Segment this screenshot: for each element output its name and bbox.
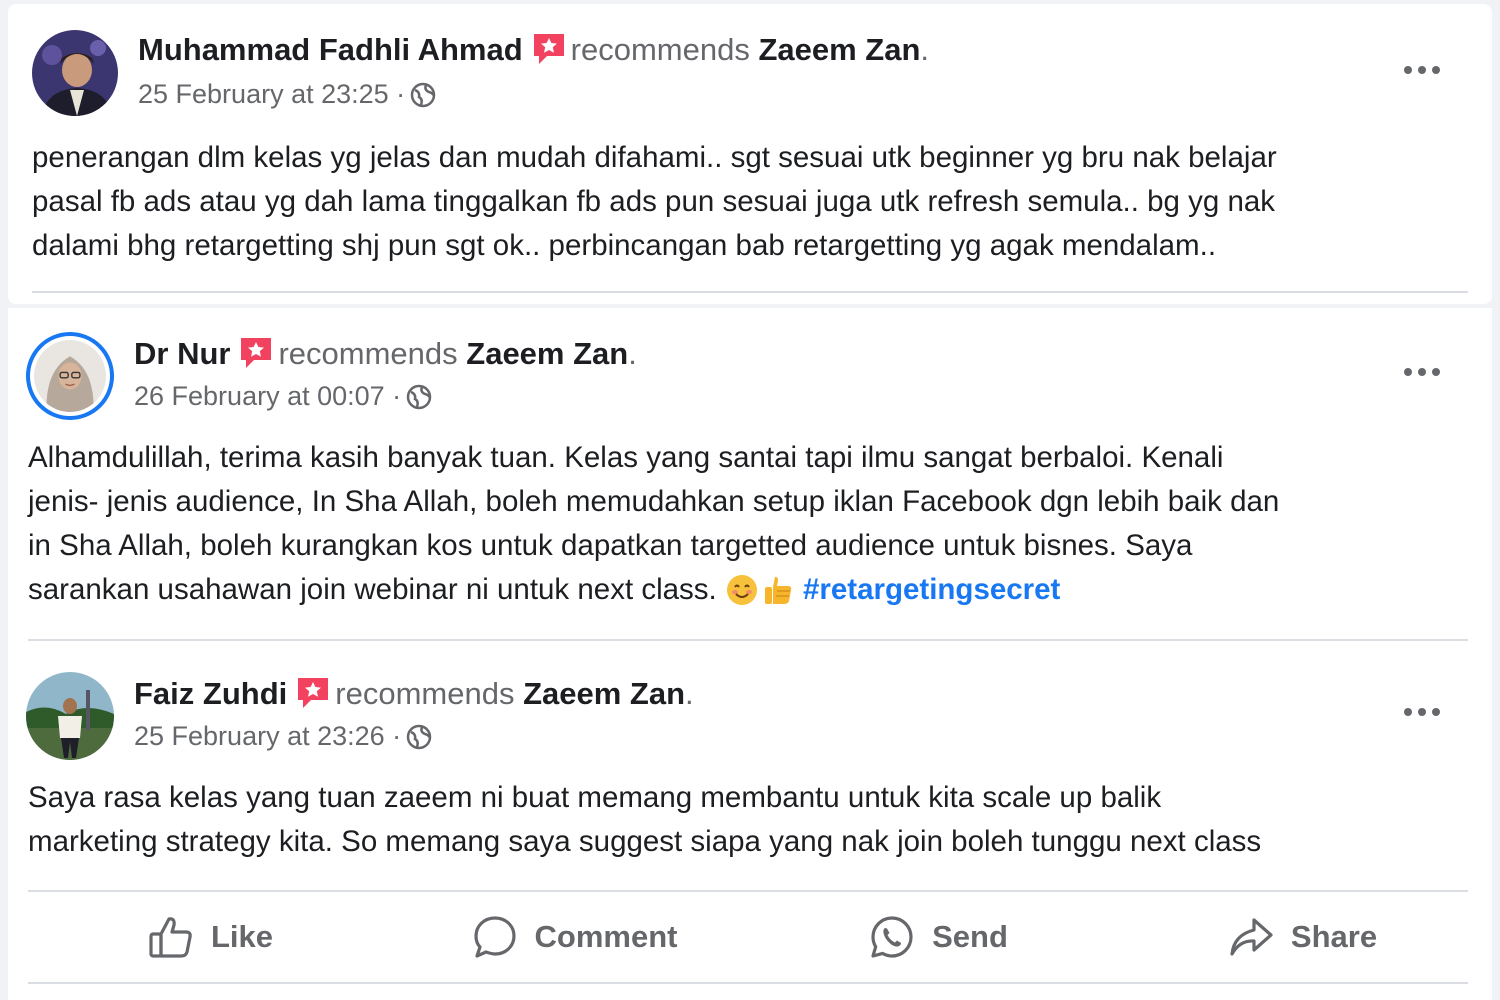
author-name[interactable]: Dr Nur — [134, 336, 230, 371]
comment-label: Comment — [534, 919, 678, 954]
post-text: penerangan dlm kelas yg jelas dan mudah … — [32, 136, 1277, 268]
share-arrow-icon — [1230, 918, 1273, 956]
recommend-icon — [295, 676, 331, 710]
smiling-face-emoji-icon — [725, 573, 759, 607]
more-icon — [1404, 708, 1440, 716]
post-text-line: Alhamdulillah, terima kasih banyak tuan.… — [28, 441, 1224, 474]
period: . — [920, 32, 930, 67]
avatar[interactable] — [26, 672, 114, 760]
post-text: Saya rasa kelas yang tuan zaeem ni buat … — [28, 776, 1261, 864]
share-button[interactable]: Share — [1120, 892, 1484, 982]
more-options-button[interactable] — [1396, 352, 1448, 392]
globe-icon — [405, 723, 433, 751]
review-post: Faiz Zuhdi recommends Zaeem Zan. 25 Febru… — [8, 648, 1492, 1000]
globe-icon — [405, 383, 433, 411]
author-name[interactable]: Faiz Zuhdi — [134, 676, 287, 711]
post-text-line: jenis- jenis audience, In Sha Allah, bol… — [28, 485, 1280, 518]
share-label: Share — [1290, 919, 1378, 954]
divider — [28, 982, 1468, 984]
more-icon — [1404, 66, 1440, 74]
post-text-line: pasal fb ads atau yg dah lama tinggalkan… — [32, 185, 1276, 218]
thumbs-up-emoji-icon — [761, 573, 795, 607]
hashtag-link[interactable]: #retargetingsecret — [803, 573, 1060, 606]
period: . — [685, 676, 694, 711]
period: . — [628, 336, 637, 371]
recommend-icon — [531, 32, 567, 66]
post-text-line: Saya rasa kelas yang tuan zaeem ni buat … — [28, 781, 1162, 814]
more-options-button[interactable] — [1396, 692, 1448, 732]
post-meta: 25 February at 23:26 · — [134, 720, 433, 752]
post-text-line-last: sarankan usahawan join webinar ni untuk … — [28, 568, 1279, 612]
recommend-icon — [238, 336, 274, 370]
author-name[interactable]: Muhammad Fadhli Ahmad — [138, 32, 523, 67]
more-options-button[interactable] — [1396, 50, 1448, 90]
action-bar: Like Comment Send Share — [28, 892, 1468, 982]
post-header-line: Dr Nur recommends Zaeem Zan. — [134, 336, 637, 372]
divider — [32, 291, 1468, 293]
post-meta: 25 February at 23:25 · — [138, 78, 437, 110]
post-text-line: penerangan dlm kelas yg jelas dan mudah … — [32, 141, 1277, 174]
post-text-line: marketing strategy kita. So memang saya … — [28, 825, 1262, 858]
like-label: Like — [210, 919, 274, 954]
post-text-line: sarankan usahawan join webinar ni untuk … — [28, 573, 717, 606]
thumbs-up-icon — [149, 917, 192, 958]
send-button[interactable]: Send — [756, 892, 1120, 982]
page-name[interactable]: Zaeem Zan — [523, 676, 685, 711]
like-button[interactable]: Like — [28, 892, 392, 982]
recommends-text: recommends — [335, 676, 515, 711]
avatar[interactable] — [26, 332, 114, 420]
timestamp[interactable]: 25 February at 23:26 · — [134, 721, 401, 751]
more-icon — [1404, 368, 1440, 376]
whatsapp-icon — [871, 916, 913, 958]
recommends-text: recommends — [278, 336, 458, 371]
post-text-line: dalami bhg retargetting shj pun sgt ok..… — [32, 229, 1217, 262]
comment-icon — [473, 916, 516, 958]
review-post: Dr Nur recommends Zaeem Zan. 26 February … — [8, 308, 1492, 648]
post-text-line: in Sha Allah, boleh kurangkan kos untuk … — [28, 529, 1193, 562]
page-name[interactable]: Zaeem Zan — [758, 32, 920, 67]
comment-button[interactable]: Comment — [392, 892, 756, 982]
avatar[interactable] — [32, 30, 118, 116]
page-name[interactable]: Zaeem Zan — [466, 336, 628, 371]
review-post: Muhammad Fadhli Ahmad recommends Zaeem Za… — [8, 4, 1492, 304]
timestamp[interactable]: 25 February at 23:25 · — [138, 79, 405, 109]
post-header-line: Muhammad Fadhli Ahmad recommends Zaeem Za… — [138, 32, 929, 68]
recommends-text: recommends — [570, 32, 750, 67]
post-text: Alhamdulillah, terima kasih banyak tuan.… — [28, 436, 1279, 612]
globe-icon — [409, 81, 437, 109]
post-header-line: Faiz Zuhdi recommends Zaeem Zan. — [134, 676, 694, 712]
send-label: Send — [932, 919, 1008, 954]
post-meta: 26 February at 00:07 · — [134, 380, 433, 412]
timestamp[interactable]: 26 February at 00:07 · — [134, 381, 401, 411]
divider — [28, 639, 1468, 641]
